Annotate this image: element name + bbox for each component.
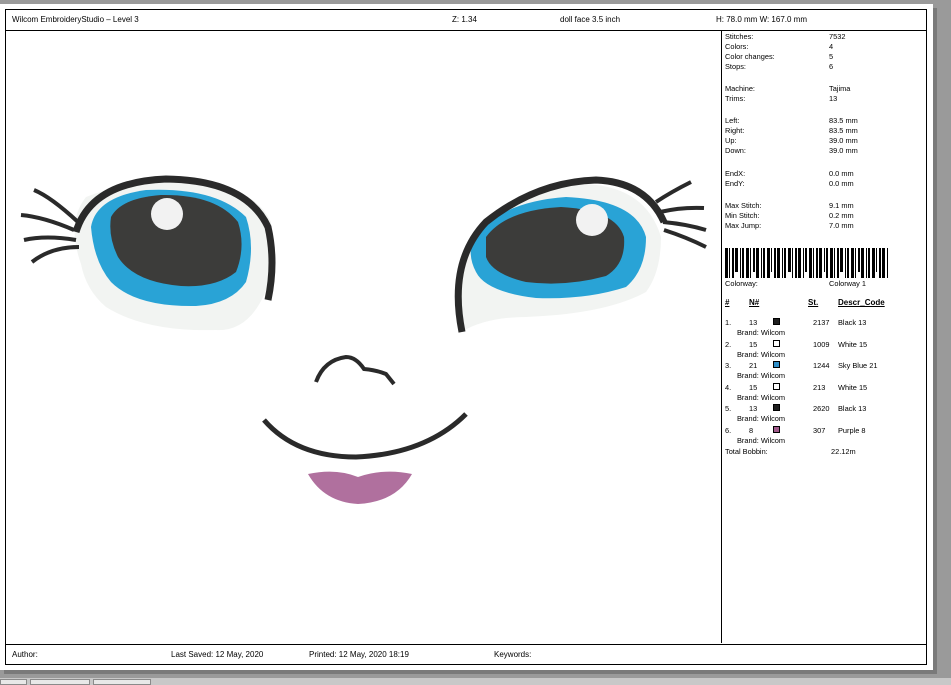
taskbar-tab[interactable] xyxy=(30,679,90,685)
design-name: doll face 3.5 inch xyxy=(560,15,621,24)
right-row: Right: 83.5 mm xyxy=(725,126,858,135)
down-row: Down: 39.0 mm xyxy=(725,146,858,155)
color-swatch xyxy=(773,404,780,411)
color-row: 6. 8 307 Purple 8 Brand: Wilcom xyxy=(725,425,925,448)
colorway-row: Colorway: Colorway 1 xyxy=(725,279,866,288)
color-number: 13 xyxy=(749,318,758,327)
total-bobbin-row: Total Bobbin: 22.12m xyxy=(725,447,856,456)
header-divider xyxy=(6,30,926,31)
brand-label: Brand: Wilcom xyxy=(737,435,786,445)
color-swatch xyxy=(773,382,780,390)
color-index: 1. xyxy=(725,318,732,327)
brand-label: Brand: Wilcom xyxy=(737,328,786,337)
color-number: 15 xyxy=(749,382,758,392)
stitch-count: 2137 xyxy=(813,318,830,327)
color-row: 4. 15 213 White 15 Brand: Wilcom xyxy=(725,382,925,405)
color-changes-row: Color changes: 5 xyxy=(725,52,834,61)
color-swatch xyxy=(773,361,780,368)
col-header-st: St. xyxy=(808,298,819,307)
stitch-count: 2620 xyxy=(813,404,830,413)
lips xyxy=(308,471,412,504)
color-swatch xyxy=(773,339,780,347)
colors-row: Colors: 4 xyxy=(725,42,834,51)
color-number: 15 xyxy=(749,339,758,349)
color-description: White 15 xyxy=(838,382,868,392)
color-row: 1. 13 2137 Black 13 Brand: Wilcom xyxy=(725,318,925,340)
taskbar-tab[interactable] xyxy=(93,679,151,685)
color-swatch xyxy=(773,425,780,433)
right-eye xyxy=(454,176,707,333)
app-title: Wilcom EmbroideryStudio – Level 3 xyxy=(12,15,139,24)
brand-label: Brand: Wilcom xyxy=(737,414,786,423)
footer-divider xyxy=(6,644,926,645)
printed-date: Printed: 12 May, 2020 18:19 xyxy=(309,650,409,659)
color-row: 5. 13 2620 Black 13 Brand: Wilcom xyxy=(725,404,925,426)
max-jump-row: Max Jump: 7.0 mm xyxy=(725,221,854,230)
color-number: 13 xyxy=(749,404,758,413)
machine-row: Machine: Tajima xyxy=(725,84,851,93)
color-description: Sky Blue 21 xyxy=(838,361,878,370)
color-description: White 15 xyxy=(838,339,868,349)
endy-row: EndY: 0.0 mm xyxy=(725,179,854,188)
color-number: 21 xyxy=(749,361,758,370)
stitch-count: 213 xyxy=(813,382,826,392)
barcode xyxy=(725,248,888,278)
max-stitch-row: Max Stitch: 9.1 mm xyxy=(725,201,854,210)
endx-row: EndX: 0.0 mm xyxy=(725,169,854,178)
color-index: 2. xyxy=(725,339,732,349)
color-description: Purple 8 xyxy=(838,425,866,435)
nose xyxy=(314,354,396,386)
panel-divider xyxy=(721,31,722,643)
left-eye xyxy=(20,175,276,331)
color-number: 8 xyxy=(749,425,754,435)
col-header-n: N# xyxy=(749,298,760,307)
page-frame: Wilcom EmbroideryStudio – Level 3 Z: 1.3… xyxy=(5,9,927,665)
embroidery-design xyxy=(20,175,707,504)
color-index: 4. xyxy=(725,382,732,392)
color-row: 2. 15 1009 White 15 Brand: Wilcom xyxy=(725,339,925,362)
color-index: 3. xyxy=(725,361,732,370)
color-swatch xyxy=(773,318,780,325)
design-canvas xyxy=(6,32,721,644)
stitch-count: 1244 xyxy=(813,361,830,370)
stitch-count: 1009 xyxy=(813,339,830,349)
keywords-label: Keywords: xyxy=(494,650,532,659)
brand-label: Brand: Wilcom xyxy=(737,349,786,359)
color-row: 3. 21 1244 Sky Blue 21 Brand: Wilcom xyxy=(725,361,925,383)
color-index: 6. xyxy=(725,425,732,435)
stops-row: Stops: 6 xyxy=(725,62,834,71)
zoom-level: Z: 1.34 xyxy=(452,15,477,24)
design-dimensions: H: 78.0 mm W: 167.0 mm xyxy=(716,15,807,24)
brand-label: Brand: Wilcom xyxy=(737,371,786,380)
stitch-count: 307 xyxy=(813,425,826,435)
taskbar-tab[interactable] xyxy=(0,679,27,685)
color-description: Black 13 xyxy=(838,404,867,413)
last-saved: Last Saved: 12 May, 2020 xyxy=(171,650,264,659)
author-label: Author: xyxy=(12,650,38,659)
col-header-descr: Descr_Code xyxy=(838,298,885,307)
trims-row: Trims: 13 xyxy=(725,94,838,103)
min-stitch-row: Min Stitch: 0.2 mm xyxy=(725,211,854,220)
print-preview-page: Wilcom EmbroideryStudio – Level 3 Z: 1.3… xyxy=(0,4,933,670)
stitches-row: Stitches: 7532 xyxy=(725,32,846,41)
up-row: Up: 39.0 mm xyxy=(725,136,858,145)
left-row: Left: 83.5 mm xyxy=(725,116,858,125)
col-header-index: # xyxy=(725,298,730,307)
brand-label: Brand: Wilcom xyxy=(737,392,786,402)
color-description: Black 13 xyxy=(838,318,867,327)
mouth xyxy=(262,412,468,460)
color-index: 5. xyxy=(725,404,732,413)
